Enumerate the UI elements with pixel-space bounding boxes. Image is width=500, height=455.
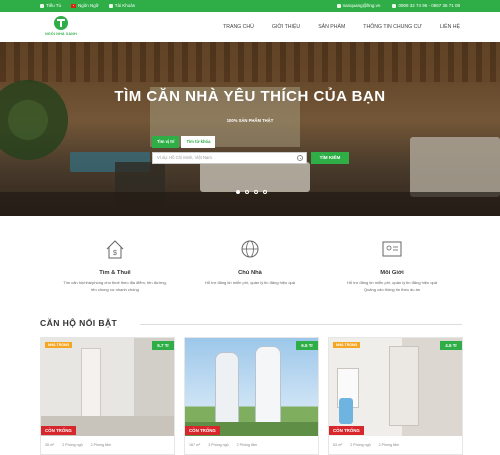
- feature-broker: Môi Giới Hỗ trợ đăng tin miễn phí, quản …: [322, 238, 462, 293]
- location-icon: [40, 3, 44, 8]
- area-value: 167 m²: [189, 443, 201, 447]
- locate-icon[interactable]: [297, 155, 303, 161]
- bathroom-value: 2 Phòng tắm: [378, 443, 399, 447]
- bedroom-value: 2 Phòng ngủ: [350, 443, 371, 447]
- listing-image[interactable]: [329, 338, 462, 436]
- globe-icon: [241, 240, 259, 258]
- email-link[interactable]: nanquang@ltng.vn: [336, 3, 380, 8]
- bedroom-value: 2 Phòng ngủ: [62, 443, 83, 447]
- listing-price: 6.5 Tr: [296, 341, 318, 350]
- tab-keyword[interactable]: Tìm từ khóa: [181, 136, 216, 148]
- listing-meta: 167 m² 3 Phòng ngủ 2 Phòng tắm: [189, 443, 257, 447]
- user-icon: [108, 3, 113, 8]
- house-dollar-icon: $: [106, 240, 124, 259]
- search-input[interactable]: Ví dụ: Hồ Chí Minh, Việt Nam: [152, 152, 307, 164]
- account-menu[interactable]: Tài Khoản: [108, 3, 135, 8]
- id-card-icon: [382, 241, 402, 257]
- listing-meta: 63 m² 2 Phòng ngủ 2 Phòng tắm: [333, 443, 399, 447]
- bedroom-value: 3 Phòng ngủ: [208, 443, 229, 447]
- nav-apartment-info[interactable]: THÔNG TIN CHUNG CƯ: [363, 24, 422, 30]
- feature-landlord: Chủ Nhà Hỗ trợ đăng tin miễn phí, quản l…: [180, 238, 320, 286]
- status-badge: CÒN TRỐNG: [185, 426, 220, 435]
- feature-rent: $ Tìm & Thuê Tìm căn hộ/nhà/phòng cho th…: [45, 238, 185, 293]
- carousel-dots: [236, 190, 267, 194]
- status-badge: CÒN TRỐNG: [329, 426, 364, 435]
- listing-image[interactable]: [185, 338, 318, 436]
- listing-image[interactable]: [41, 338, 174, 436]
- listing-card[interactable]: 6.5 Tr CÒN TRỐNG 167 m² 3 Phòng ngủ 2 Ph…: [184, 337, 319, 455]
- listing-card[interactable]: NHÀ TRỐNG 5.7 Tr CÒN TRỐNG 35 m² 2 Phòng…: [40, 337, 175, 455]
- features-section: $ Tìm & Thuê Tìm căn hộ/nhà/phòng cho th…: [0, 216, 500, 312]
- nav-about[interactable]: GIỚI THIỆU: [272, 24, 300, 30]
- carousel-dot[interactable]: [263, 190, 267, 194]
- language-selector[interactable]: Ngôn Ngữ: [71, 3, 99, 8]
- main-nav: TRANG CHỦ GIỚI THIỆU SẢN PHẨM THÔNG TIN …: [223, 24, 460, 30]
- nav-products[interactable]: SẢN PHẨM: [318, 24, 345, 30]
- area-value: 63 m²: [333, 443, 343, 447]
- mail-icon: [336, 3, 341, 8]
- carousel-dot[interactable]: [236, 190, 240, 194]
- nav-home[interactable]: TRANG CHỦ: [223, 24, 254, 30]
- top-bar: Tiếu Tú Ngôn Ngữ Tài Khoản nanquang@ltng…: [0, 0, 500, 12]
- site-logo[interactable]: NGÔI NHÀ XANH: [40, 16, 82, 42]
- carousel-dot[interactable]: [254, 190, 258, 194]
- listing-badge: NHÀ TRỐNG: [333, 342, 361, 348]
- bathroom-value: 2 Phòng tắm: [90, 443, 111, 447]
- site-header: NGÔI NHÀ XANH TRANG CHỦ GIỚI THIỆU SẢN P…: [0, 12, 500, 42]
- area-value: 35 m²: [45, 443, 55, 447]
- carousel-dot[interactable]: [245, 190, 249, 194]
- phone-icon: [392, 3, 397, 8]
- listing-card[interactable]: NHÀ TRỐNG 4.5 Tr CÒN TRỐNG 63 m² 2 Phòng…: [328, 337, 463, 455]
- search-tabs: Tìm vị trí Tìm từ khóa: [152, 136, 216, 148]
- search-button[interactable]: TÌM KIẾM: [311, 152, 349, 164]
- divider: [140, 324, 462, 325]
- phone-link[interactable]: 0909 32 74 96 - 0867 36 71 08: [392, 3, 460, 8]
- vietnam-flag-icon: [71, 3, 77, 8]
- location-selector[interactable]: Tiếu Tú: [40, 3, 61, 8]
- svg-text:$: $: [113, 250, 117, 257]
- section-title: CĂN HỘ NỔI BẬT: [40, 318, 118, 328]
- bathroom-value: 2 Phòng tắm: [236, 443, 257, 447]
- tab-location[interactable]: Tìm vị trí: [152, 136, 180, 148]
- nav-contact[interactable]: LIÊN HỆ: [440, 24, 460, 30]
- listing-price: 4.5 Tr: [440, 341, 462, 350]
- hero-title: TÌM CĂN NHÀ YÊU THÍCH CỦA BẠN: [114, 88, 386, 105]
- logo-mark: [54, 16, 68, 30]
- listing-price: 5.7 Tr: [152, 341, 174, 350]
- listing-meta: 35 m² 2 Phòng ngủ 2 Phòng tắm: [45, 443, 111, 447]
- hero-subtitle: 100% SẢN PHẨM THẬT: [226, 118, 274, 123]
- status-badge: CÒN TRỐNG: [41, 426, 76, 435]
- listing-badge: NHÀ TRỐNG: [45, 342, 73, 348]
